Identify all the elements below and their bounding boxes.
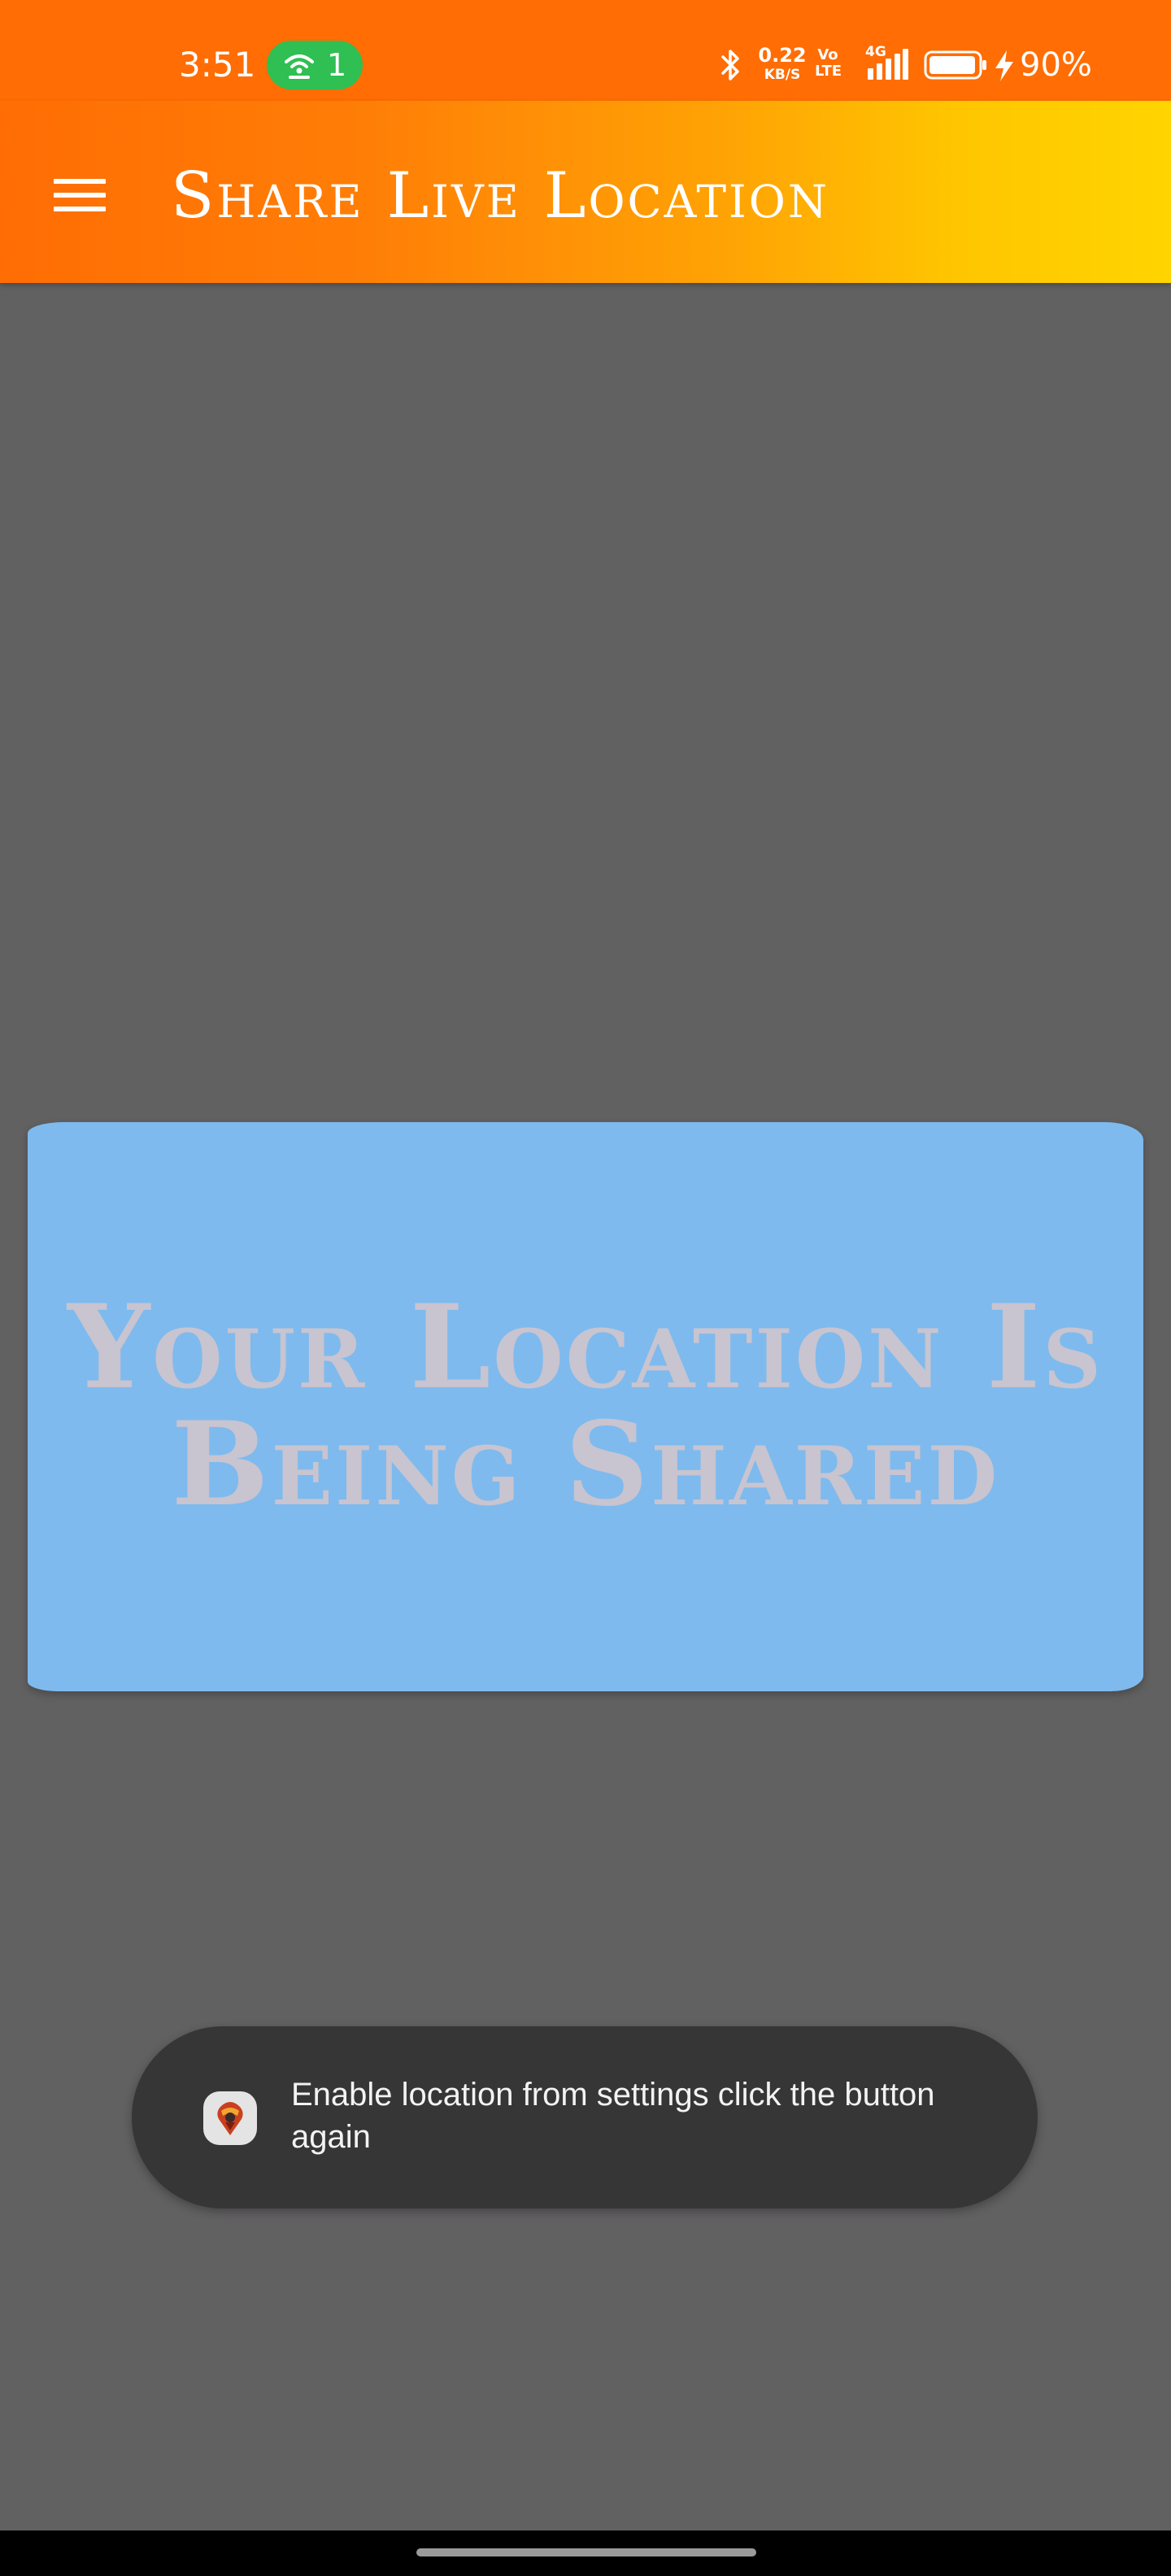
app-logo-icon bbox=[203, 2091, 257, 2145]
network-speed-unit: KB/S bbox=[764, 67, 801, 83]
navigation-bar bbox=[0, 2530, 1171, 2576]
network-speed-value: 0.22 bbox=[758, 44, 807, 67]
hotspot-icon bbox=[285, 54, 314, 79]
status-line-2: Being Shared bbox=[171, 1397, 1000, 1532]
volte-indicator: Vo LTE bbox=[815, 46, 842, 80]
app-bar: Share Live Location bbox=[0, 101, 1171, 283]
status-bar: 3:51 1 0.22 KB/S Vo LTE 4G 90% bbox=[0, 0, 1171, 101]
volte-bottom-label: LTE bbox=[815, 63, 842, 80]
menu-bar-top bbox=[54, 179, 106, 184]
network-speed: 0.22 KB/S bbox=[756, 46, 808, 85]
toast-notification: Enable location from settings click the … bbox=[132, 2026, 1038, 2208]
hamburger-menu-icon[interactable] bbox=[39, 154, 120, 236]
page-title: Share Live Location bbox=[171, 159, 829, 233]
hotspot-indicator[interactable]: 1 bbox=[267, 41, 363, 89]
signal-icon bbox=[868, 49, 908, 80]
status-time: 3:51 bbox=[179, 45, 256, 85]
volte-top-label: Vo bbox=[817, 46, 838, 63]
home-indicator[interactable] bbox=[416, 2548, 756, 2556]
hotspot-count: 1 bbox=[327, 47, 347, 83]
battery-percent: 90% bbox=[1020, 46, 1092, 84]
location-sharing-card[interactable]: Your Location Is Being Shared bbox=[28, 1122, 1143, 1691]
location-sharing-status: Your Location Is Being Shared bbox=[28, 1289, 1143, 1523]
status-line-1: Your Location Is bbox=[67, 1280, 1104, 1415]
toast-message: Enable location from settings click the … bbox=[291, 2077, 935, 2155]
battery-icon bbox=[924, 50, 986, 80]
menu-bar-middle bbox=[54, 193, 106, 198]
menu-bar-bottom bbox=[54, 207, 106, 211]
bluetooth-icon bbox=[721, 50, 739, 80]
charging-icon bbox=[995, 50, 1013, 81]
